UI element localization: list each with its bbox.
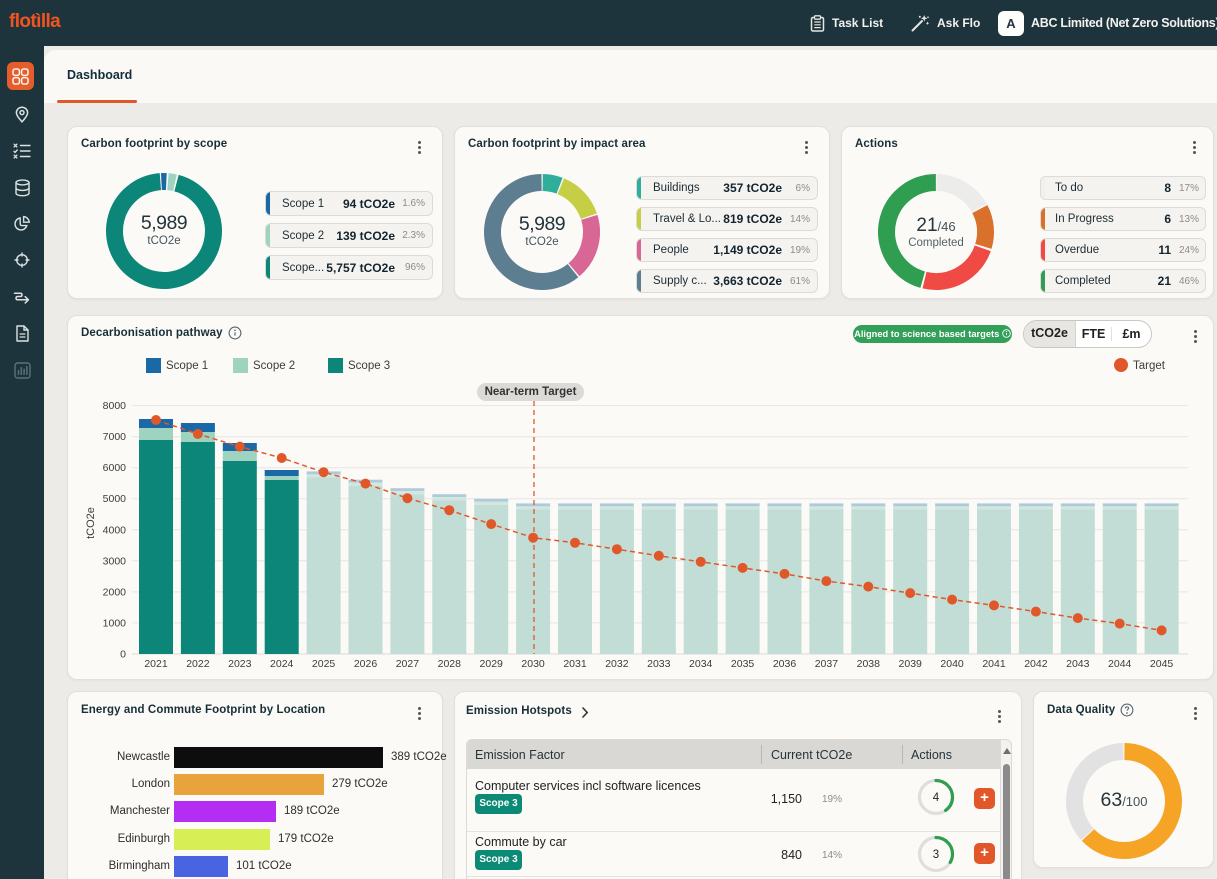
svg-text:5000: 5000 <box>103 493 127 505</box>
svg-text:2038: 2038 <box>857 658 881 670</box>
svg-text:2033: 2033 <box>647 658 671 670</box>
svg-text:2032: 2032 <box>605 658 629 670</box>
svg-text:3000: 3000 <box>103 555 127 567</box>
svg-text:2024: 2024 <box>270 658 294 670</box>
svg-text:2022: 2022 <box>186 658 210 670</box>
svg-text:2031: 2031 <box>563 658 587 670</box>
svg-text:7000: 7000 <box>103 431 127 443</box>
svg-text:2029: 2029 <box>480 658 504 670</box>
svg-text:tCO2e: tCO2e <box>85 507 97 539</box>
svg-text:2037: 2037 <box>815 658 839 670</box>
svg-text:2034: 2034 <box>689 658 713 670</box>
svg-text:2021: 2021 <box>144 658 168 670</box>
svg-text:2043: 2043 <box>1066 658 1090 670</box>
svg-text:2025: 2025 <box>312 658 336 670</box>
svg-text:2030: 2030 <box>521 658 545 670</box>
svg-text:0: 0 <box>120 649 126 661</box>
svg-text:2027: 2027 <box>396 658 420 670</box>
svg-text:2023: 2023 <box>228 658 252 670</box>
svg-text:2026: 2026 <box>354 658 378 670</box>
svg-text:4000: 4000 <box>103 524 127 536</box>
svg-text:2000: 2000 <box>103 586 127 598</box>
svg-text:2039: 2039 <box>899 658 923 670</box>
svg-text:2028: 2028 <box>438 658 462 670</box>
svg-text:2036: 2036 <box>773 658 797 670</box>
svg-text:6000: 6000 <box>103 462 127 474</box>
svg-text:2045: 2045 <box>1150 658 1174 670</box>
svg-text:2044: 2044 <box>1108 658 1132 670</box>
svg-text:1000: 1000 <box>103 617 127 629</box>
svg-text:8000: 8000 <box>103 400 127 412</box>
svg-text:2035: 2035 <box>731 658 755 670</box>
svg-text:4: 4 <box>933 792 940 804</box>
svg-text:2041: 2041 <box>982 658 1006 670</box>
svg-text:3: 3 <box>933 849 939 861</box>
svg-text:2042: 2042 <box>1024 658 1048 670</box>
svg-text:2040: 2040 <box>940 658 964 670</box>
